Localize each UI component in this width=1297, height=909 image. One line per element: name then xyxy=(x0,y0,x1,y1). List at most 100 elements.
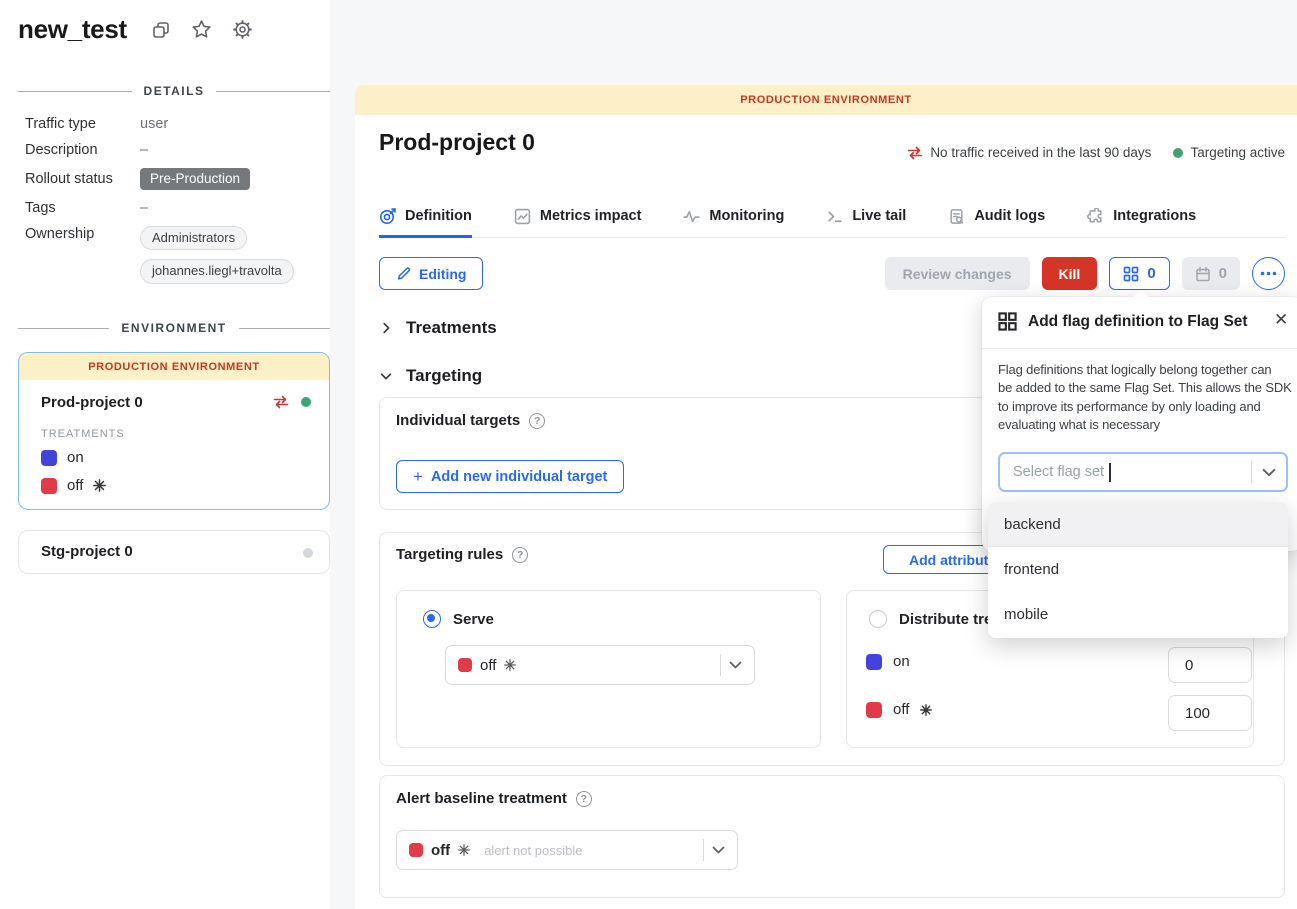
plus-icon: + xyxy=(413,467,423,487)
flag-sets-button[interactable]: 0 xyxy=(1109,257,1169,290)
sidebar: DETAILS Traffic type user Description – … xyxy=(0,0,330,909)
distribute-off-percent-input[interactable] xyxy=(1168,695,1252,731)
tab-definition[interactable]: Definition xyxy=(379,197,472,238)
environment-card-production[interactable]: PRODUCTION ENVIRONMENT Prod-project 0 TR… xyxy=(18,352,330,510)
page-header: new_test xyxy=(18,14,253,45)
page-title: new_test xyxy=(18,14,127,45)
feature-flag-page: new_test DETAILS Traffic type user xyxy=(0,0,1297,909)
treatment-off-swatch xyxy=(409,843,423,857)
chevron-down-icon xyxy=(379,369,393,383)
flag-set-grid-icon xyxy=(998,312,1017,331)
distribute-on-percent-input[interactable] xyxy=(1168,647,1252,683)
gear-icon[interactable] xyxy=(232,19,253,40)
distribute-row-off: off xyxy=(866,701,932,718)
pencil-icon xyxy=(396,266,411,281)
individual-targets-heading: Individual targets ? xyxy=(396,412,545,429)
calendar-icon xyxy=(1195,266,1211,282)
flag-sets-count: 0 xyxy=(1147,265,1155,282)
add-individual-target-button[interactable]: + Add new individual target xyxy=(396,460,624,493)
targeting-rules-heading: Targeting rules ? xyxy=(396,546,528,563)
target-icon xyxy=(379,208,396,225)
tab-metrics-impact[interactable]: Metrics impact xyxy=(514,197,642,238)
treatment-off-swatch xyxy=(866,702,882,718)
chevron-down-icon xyxy=(712,846,725,854)
close-icon[interactable]: ✕ xyxy=(1274,310,1288,330)
treatment-row-on: on xyxy=(41,449,84,466)
serve-treatment-select[interactable]: off xyxy=(445,645,755,685)
flag-set-option-frontend[interactable]: frontend xyxy=(988,547,1288,592)
environment-name: Stg-project 0 xyxy=(41,543,133,560)
help-icon[interactable]: ? xyxy=(576,791,592,807)
details-heading: DETAILS xyxy=(18,84,330,98)
flag-set-select-input[interactable]: Select flag set xyxy=(998,452,1288,492)
tab-live-tail[interactable]: Live tail xyxy=(826,197,906,238)
treatment-on-swatch xyxy=(866,654,882,670)
distribute-radio[interactable] xyxy=(869,610,887,628)
review-changes-button[interactable]: Review changes xyxy=(885,257,1030,290)
tab-bar: Definition Metrics impact Monitoring xyxy=(379,197,1285,238)
tab-monitoring[interactable]: Monitoring xyxy=(683,197,784,238)
kill-button[interactable]: Kill xyxy=(1042,257,1098,290)
default-treatment-icon xyxy=(93,479,106,492)
toolbar: Editing Review changes Kill 0 xyxy=(379,257,1285,290)
popover-title: Add flag definition to Flag Set xyxy=(1028,313,1248,331)
flag-set-option-mobile[interactable]: mobile xyxy=(988,592,1288,637)
more-actions-button[interactable] xyxy=(1252,257,1285,290)
targeting-active-dot xyxy=(1173,148,1183,158)
treatments-heading: TREATMENTS xyxy=(41,428,125,440)
terminal-icon xyxy=(826,208,843,225)
tab-integrations[interactable]: Integrations xyxy=(1087,197,1196,238)
treatment-row-off: off xyxy=(41,477,106,494)
distribute-row-on: on xyxy=(866,653,910,670)
copy-icon[interactable] xyxy=(151,20,171,40)
alert-baseline-card: Alert baseline treatment ? off alert not… xyxy=(379,775,1285,898)
popover-divider xyxy=(982,348,1297,349)
environment-status-dot xyxy=(303,548,313,558)
text-cursor xyxy=(1109,463,1111,482)
chevron-down-icon xyxy=(729,661,742,669)
rollout-status-row: Rollout status Pre-Production xyxy=(25,168,320,190)
pulse-icon xyxy=(683,208,700,225)
tab-audit-logs[interactable]: Audit logs xyxy=(948,197,1045,238)
treatment-on-swatch xyxy=(41,450,57,466)
puzzle-icon xyxy=(1087,208,1104,225)
treatments-section-header[interactable]: Treatments xyxy=(379,318,497,338)
flag-set-option-backend[interactable]: backend xyxy=(988,502,1288,547)
audit-log-icon xyxy=(948,208,965,225)
help-icon[interactable]: ? xyxy=(512,547,528,563)
alert-not-possible-note: alert not possible xyxy=(484,843,582,858)
select-placeholder: Select flag set xyxy=(1013,464,1104,480)
flag-title: Prod-project 0 xyxy=(379,129,535,156)
environment-card-staging[interactable]: Stg-project 0 xyxy=(18,530,330,574)
chart-icon xyxy=(514,208,531,225)
schedule-button[interactable]: 0 xyxy=(1182,257,1240,290)
help-icon[interactable]: ? xyxy=(529,413,545,429)
serve-rule-box: Serve off xyxy=(396,590,821,748)
owner-chip[interactable]: Administrators xyxy=(140,226,247,250)
ellipsis-icon xyxy=(1260,271,1277,276)
owner-chip[interactable]: johannes.liegl+travolta xyxy=(140,259,294,283)
treatment-off-swatch xyxy=(41,478,57,494)
default-treatment-icon xyxy=(920,704,932,716)
status-row: No traffic received in the last 90 days … xyxy=(907,145,1285,160)
traffic-status: No traffic received in the last 90 days xyxy=(907,145,1151,160)
ownership-row: Ownership Administrators johannes.liegl+… xyxy=(25,226,320,284)
traffic-swap-icon xyxy=(273,395,289,409)
chevron-down-icon xyxy=(1262,468,1276,477)
treatment-off-swatch xyxy=(458,658,472,672)
environment-heading: ENVIRONMENT xyxy=(18,321,330,335)
alert-baseline-select[interactable]: off alert not possible xyxy=(396,830,738,870)
production-environment-banner: PRODUCTION ENVIRONMENT xyxy=(355,85,1297,115)
serve-radio[interactable] xyxy=(423,610,441,628)
popover-description: Flag definitions that logically belong t… xyxy=(998,361,1297,435)
traffic-swap-icon xyxy=(907,146,923,160)
editing-button[interactable]: Editing xyxy=(379,257,483,290)
default-treatment-icon xyxy=(504,659,516,671)
targeting-section-header[interactable]: Targeting xyxy=(379,366,482,386)
rollout-status-badge: Pre-Production xyxy=(140,168,250,190)
serve-radio-row[interactable]: Serve xyxy=(423,610,494,628)
description-row: Description – xyxy=(25,142,320,158)
star-icon[interactable] xyxy=(191,19,212,40)
default-treatment-icon xyxy=(458,844,470,856)
traffic-type-row: Traffic type user xyxy=(25,116,320,132)
